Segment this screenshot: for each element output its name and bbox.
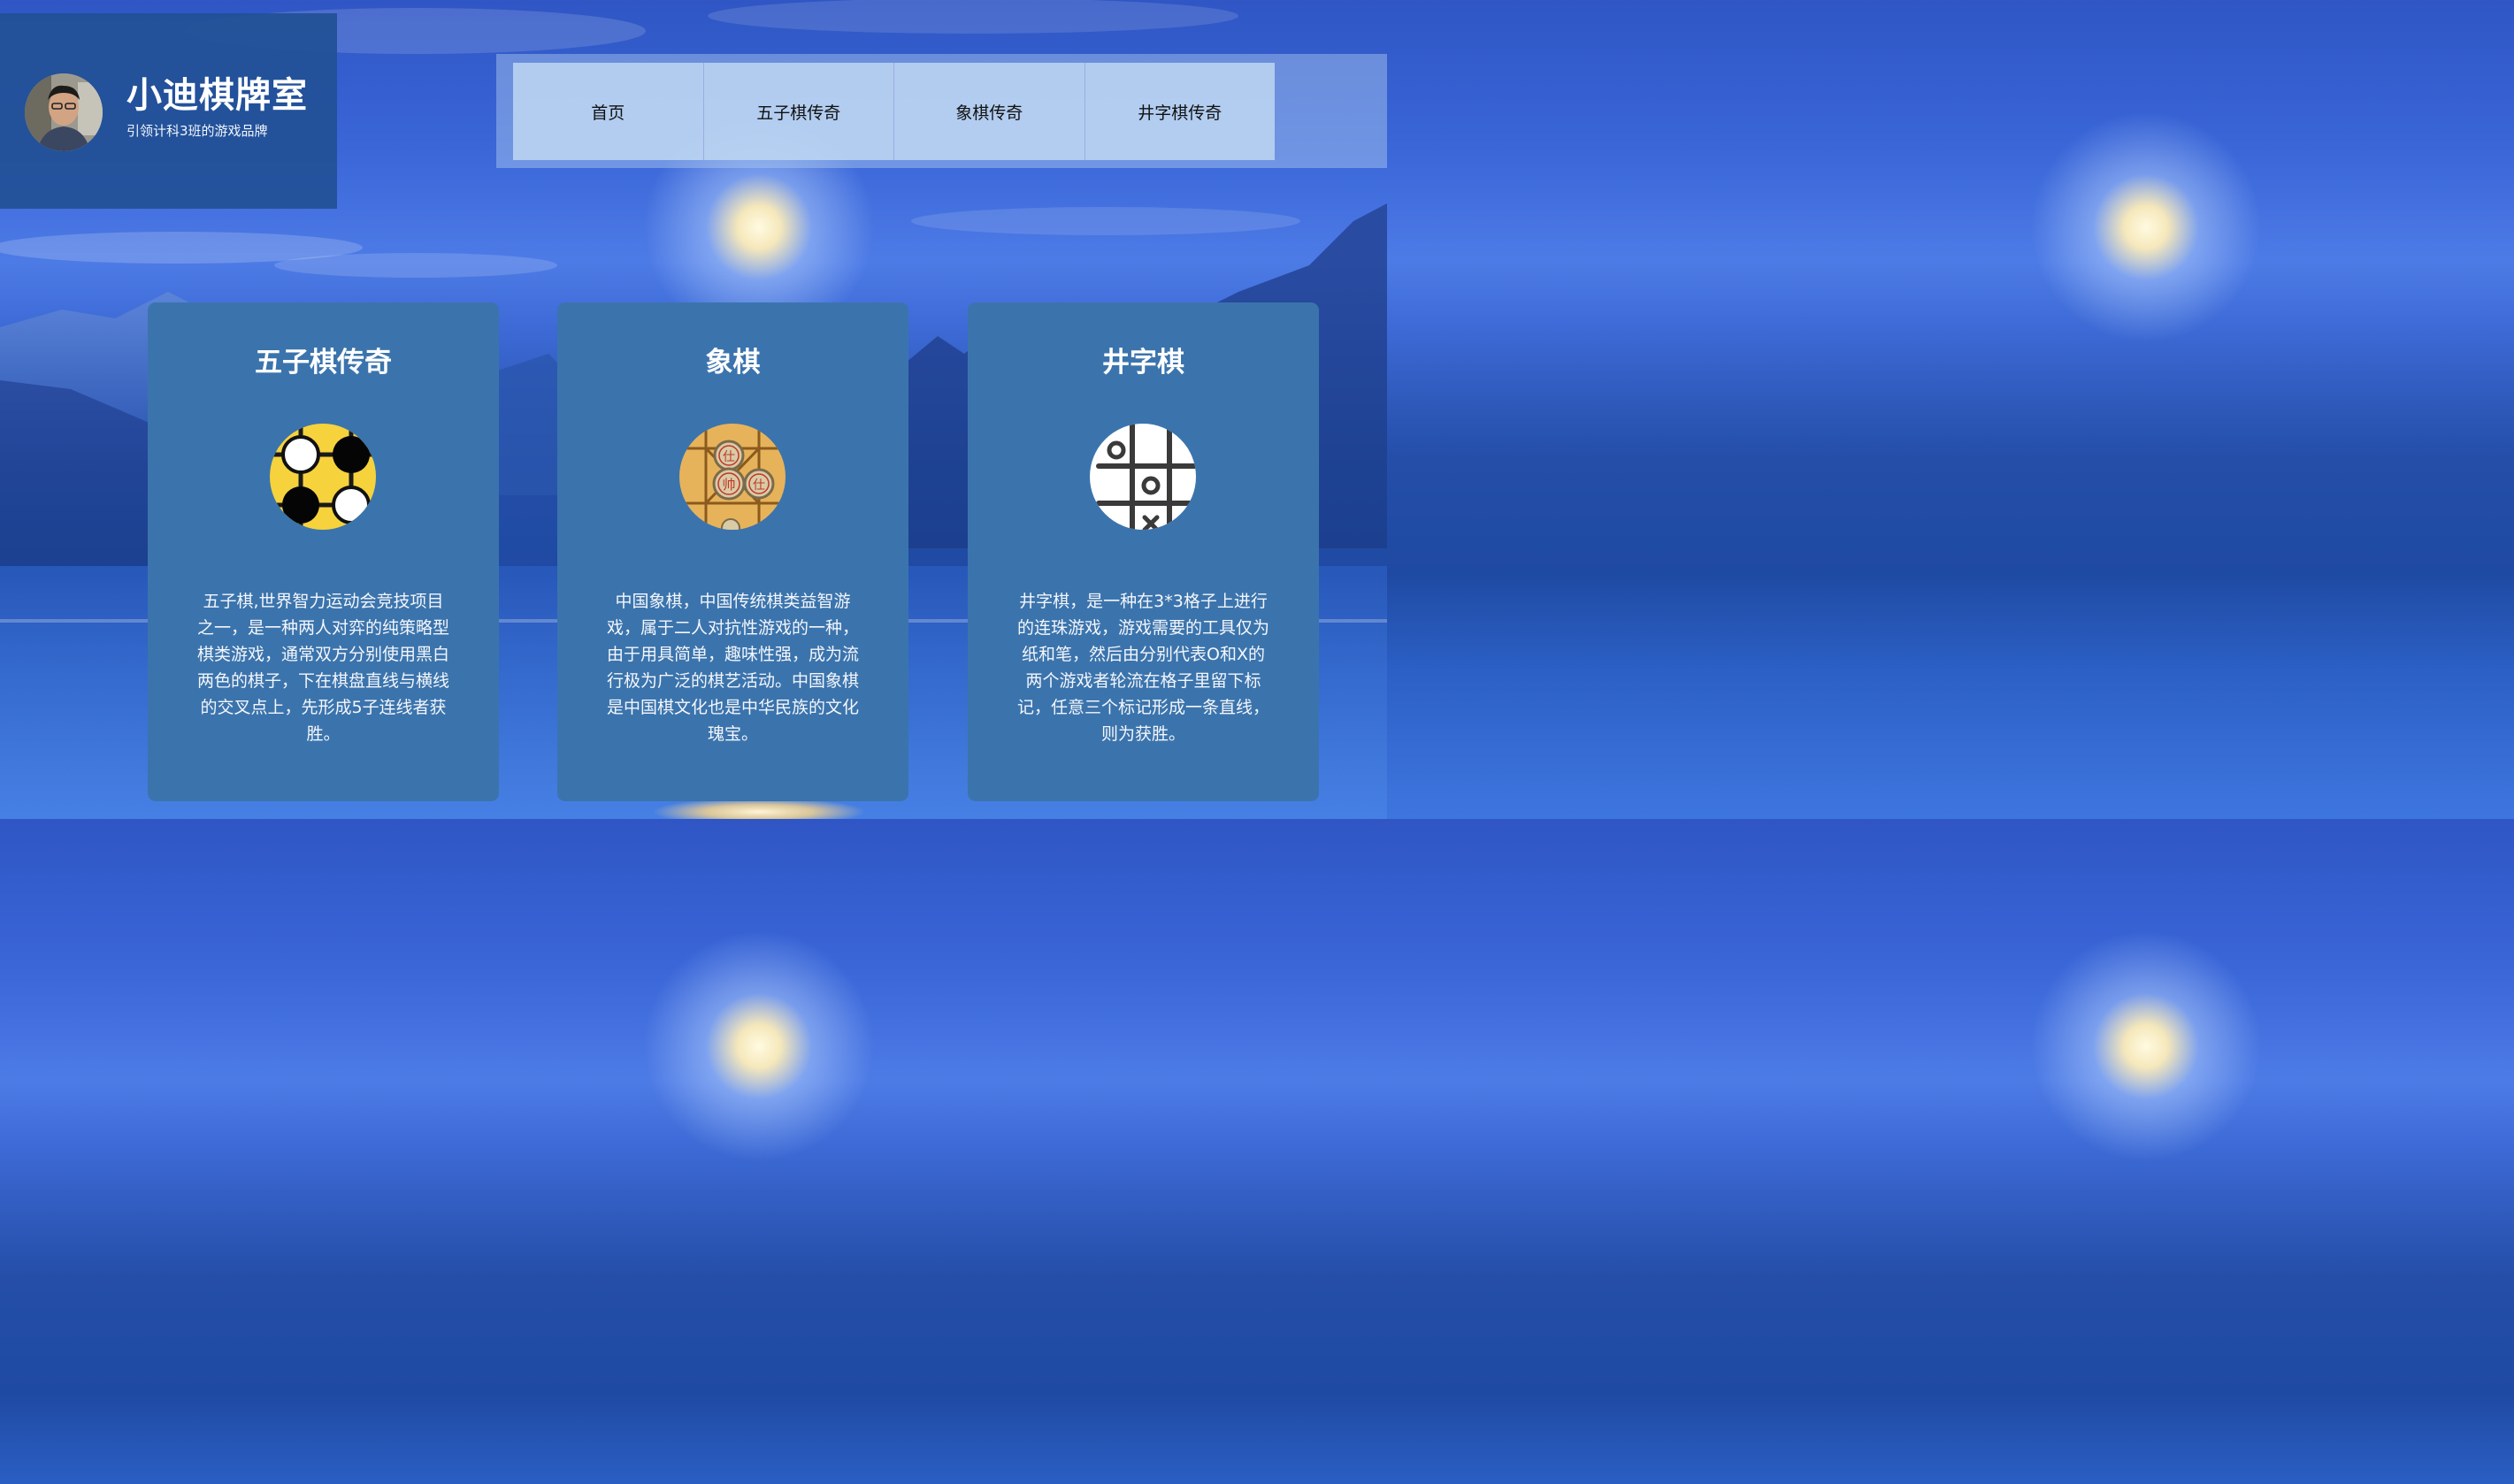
card-description: 井字棋，是一种在3*3格子上进行的连珠游戏，游戏需要的工具仅为纸和笔，然后由分别… bbox=[1016, 592, 1269, 744]
avatar-photo-icon bbox=[25, 73, 103, 151]
site-title: 小迪棋牌室 bbox=[126, 75, 308, 116]
xiangqi-icon[interactable]: 仕 帅 仕 bbox=[679, 424, 786, 530]
card-title: 五子棋传奇 bbox=[255, 347, 392, 379]
xiangqi-piece-label: 帅 bbox=[722, 477, 735, 493]
brand-panel: 小迪棋牌室 引领计科3班的游戏品牌 bbox=[0, 13, 337, 209]
game-card-gomoku[interactable]: 五子棋传奇 五子棋,世界智力运动会竞技项目之一，是一种两人对弈的纯策略型棋类游戏… bbox=[148, 302, 499, 801]
card-title: 象棋 bbox=[705, 347, 761, 379]
card-title: 井字棋 bbox=[1102, 347, 1184, 379]
card-description: 五子棋,世界智力运动会竞技项目之一，是一种两人对弈的纯策略型棋类游戏，通常双方分… bbox=[196, 592, 449, 744]
gomoku-icon[interactable] bbox=[270, 424, 376, 530]
game-card-xiangqi[interactable]: 象棋 仕 帅 仕 中国象棋，中国传统棋类益智游戏，属于二人对抗性游戏的一种，由于… bbox=[557, 302, 908, 801]
nav-item-gomoku[interactable]: 五子棋传奇 bbox=[704, 63, 894, 160]
nav-item-tictactoe[interactable]: 井字棋传奇 bbox=[1085, 63, 1276, 160]
main-nav: 首页 五子棋传奇 象棋传奇 井字棋传奇 bbox=[513, 63, 1275, 160]
xiangqi-piece-label: 仕 bbox=[753, 478, 765, 493]
xiangqi-piece-label: 仕 bbox=[723, 450, 735, 464]
nav-item-xiangqi[interactable]: 象棋传奇 bbox=[894, 63, 1085, 160]
game-card-tictactoe[interactable]: 井字棋 井字棋，是一种在3*3格子上进行的连珠游戏，游戏需要的工具仅为纸和笔，然… bbox=[968, 302, 1319, 801]
tic-tac-toe-icon[interactable] bbox=[1090, 424, 1196, 530]
card-description: 中国象棋，中国传统棋类益智游戏，属于二人对抗性游戏的一种，由于用具简单，趣味性强… bbox=[606, 592, 859, 744]
site-subtitle: 引领计科3班的游戏品牌 bbox=[126, 123, 268, 139]
avatar[interactable] bbox=[25, 73, 103, 151]
nav-item-home[interactable]: 首页 bbox=[513, 63, 704, 160]
